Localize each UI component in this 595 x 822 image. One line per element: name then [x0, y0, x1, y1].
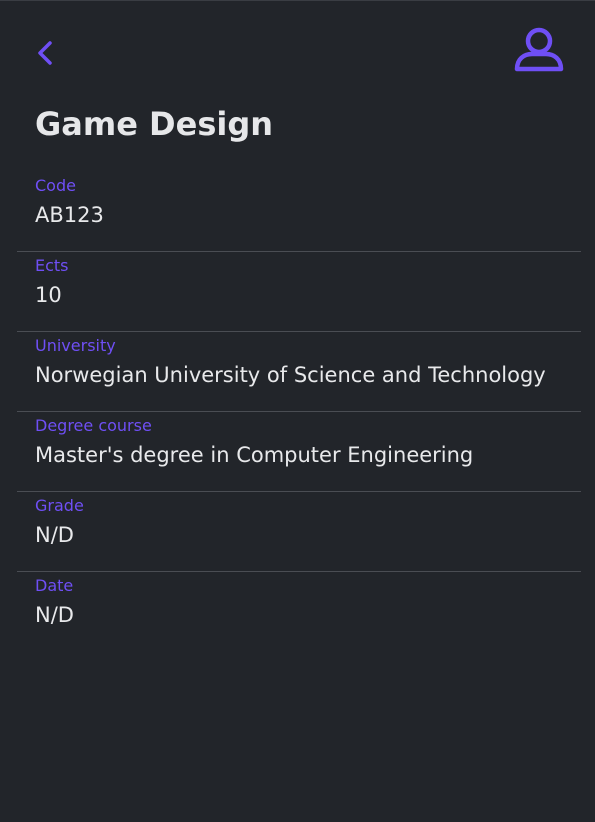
user-icon	[514, 27, 564, 72]
profile-button[interactable]	[512, 27, 566, 73]
field-value: Master's degree in Computer Engineering	[35, 443, 474, 467]
field-date: Date N/D	[17, 572, 581, 652]
field-grade: Grade N/D	[17, 492, 581, 572]
field-value: 10	[35, 283, 62, 307]
header	[0, 0, 595, 100]
field-label: Degree course	[35, 416, 152, 435]
page-title: Game Design	[35, 105, 274, 143]
field-label: Ects	[35, 256, 69, 275]
field-code: Code AB123	[17, 172, 581, 252]
field-degree-course: Degree course Master's degree in Compute…	[17, 412, 581, 492]
course-details: Code AB123 Ects 10 University Norwegian …	[17, 172, 581, 652]
field-label: University	[35, 336, 116, 355]
field-label: Grade	[35, 496, 84, 515]
field-ects: Ects 10	[17, 252, 581, 332]
chevron-left-icon	[38, 41, 52, 65]
field-university: University Norwegian University of Scien…	[17, 332, 581, 412]
field-value: AB123	[35, 203, 104, 227]
field-value: N/D	[35, 523, 74, 547]
back-button[interactable]	[33, 38, 57, 68]
field-value: N/D	[35, 603, 74, 627]
field-label: Date	[35, 576, 74, 595]
field-value: Norwegian University of Science and Tech…	[35, 363, 546, 387]
field-label: Code	[35, 176, 76, 195]
